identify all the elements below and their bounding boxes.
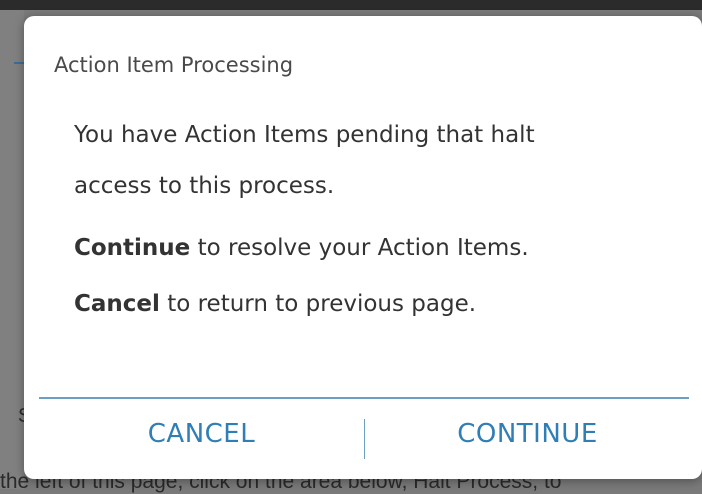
message-line-1: You have Action Items pending that halt [74,122,535,148]
background-top-bar [0,0,702,10]
dialog-message: You have Action Items pending that halt … [74,121,674,318]
continue-button[interactable]: CONTINUE [365,399,690,469]
dialog-footer: CANCEL CONTINUE [39,399,689,469]
continue-instruction: Continue to resolve your Action Items. [74,234,674,262]
continue-keyword: Continue [74,235,191,261]
cancel-keyword: Cancel [74,291,160,317]
cancel-instruction-text: to return to previous page. [159,291,477,317]
action-item-dialog: Action Item Processing You have Action I… [24,16,702,479]
cancel-instruction: Cancel to return to previous page. [74,290,674,318]
message-line-2: access to this process. [74,173,335,199]
continue-instruction-text: to resolve your Action Items. [190,235,529,261]
cancel-button[interactable]: CANCEL [39,399,364,469]
background-accent-line [14,62,24,64]
dialog-title: Action Item Processing [54,53,294,77]
